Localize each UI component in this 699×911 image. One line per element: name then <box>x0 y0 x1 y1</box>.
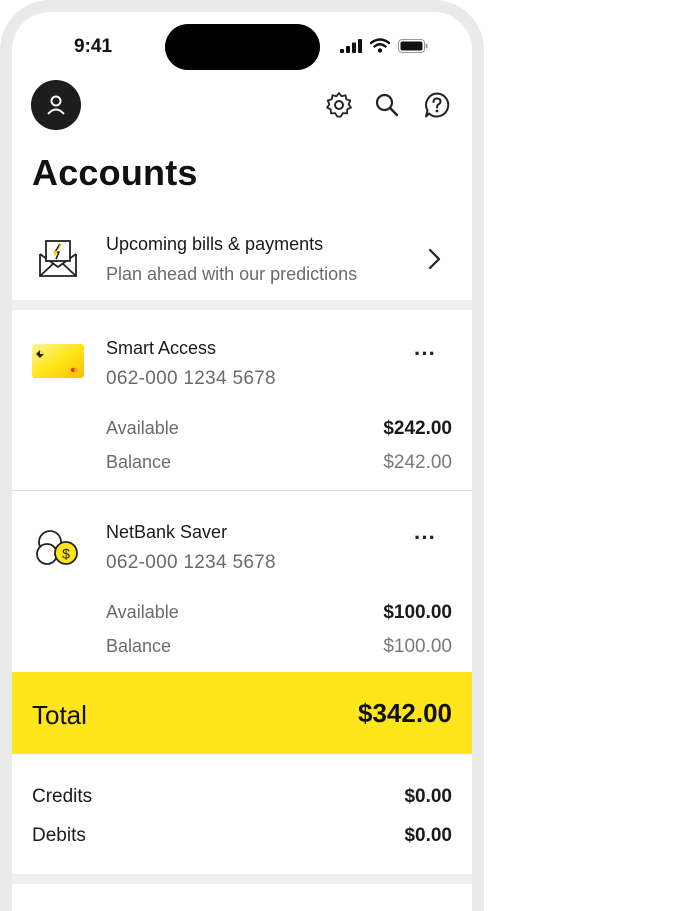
bills-envelope-icon <box>39 240 77 277</box>
account-number: 062-000 1234 5678 <box>106 368 276 389</box>
more-icon: ··· <box>414 525 436 550</box>
total-label: Total <box>32 700 87 730</box>
account-divider <box>12 490 472 491</box>
card-icon <box>32 344 84 378</box>
bottom-divider <box>12 874 472 884</box>
dynamic-island <box>165 24 320 70</box>
settings-button[interactable] <box>322 88 356 122</box>
credits-value: $0.00 <box>404 786 452 807</box>
wifi-icon <box>370 38 390 53</box>
help-icon <box>425 92 450 118</box>
bills-title: Upcoming bills & payments <box>106 234 324 254</box>
gear-icon <box>326 92 352 118</box>
available-value: $242.00 <box>383 418 452 439</box>
account-card-netbank-saver[interactable]: $ NetBank Saver 062-000 1234 5678 ··· Av… <box>12 492 472 672</box>
debits-value: $0.00 <box>404 825 452 846</box>
balance-value: $242.00 <box>383 452 452 473</box>
more-options-button[interactable]: ··· <box>410 527 440 552</box>
debits-label: Debits <box>32 825 86 846</box>
total-bar: Total $342.00 <box>12 672 472 754</box>
account-card-smart-access[interactable]: Smart Access 062-000 1234 5678 ··· Avail… <box>12 310 472 490</box>
balance-label: Balance <box>106 636 172 656</box>
signal-icon <box>340 38 362 53</box>
total-value: $342.00 <box>358 698 452 728</box>
section-divider <box>12 300 472 310</box>
help-button[interactable] <box>420 88 454 122</box>
status-bar: 9:41 <box>12 12 472 76</box>
balance-value: $100.00 <box>383 636 452 657</box>
svg-text:$: $ <box>62 546 70 562</box>
profile-button[interactable] <box>31 80 81 130</box>
coins-icon: $ <box>36 530 78 565</box>
available-value: $100.00 <box>383 602 452 623</box>
search-button[interactable] <box>370 88 404 122</box>
status-time: 9:41 <box>74 36 113 57</box>
status-icons <box>340 38 428 53</box>
account-name: Smart Access <box>106 338 217 358</box>
more-options-button[interactable]: ··· <box>410 343 440 368</box>
available-label: Available <box>106 602 179 622</box>
credits-label: Credits <box>32 786 93 807</box>
phone-frame: 9:41 Accounts Upcoming bills & payments … <box>0 0 484 911</box>
page-title: Accounts <box>32 152 198 193</box>
account-number: 062-000 1234 5678 <box>106 552 276 573</box>
available-label: Available <box>106 418 179 438</box>
battery-icon <box>398 38 428 53</box>
balance-label: Balance <box>106 452 172 472</box>
profile-icon <box>47 95 65 115</box>
top-bar <box>12 78 472 134</box>
upcoming-bills-card[interactable]: Upcoming bills & payments Plan ahead wit… <box>12 212 472 308</box>
more-icon: ··· <box>414 341 436 366</box>
account-name: NetBank Saver <box>106 522 228 542</box>
chevron-right-icon <box>428 248 441 270</box>
search-icon <box>375 93 399 117</box>
bills-subtitle: Plan ahead with our predictions <box>106 264 358 284</box>
